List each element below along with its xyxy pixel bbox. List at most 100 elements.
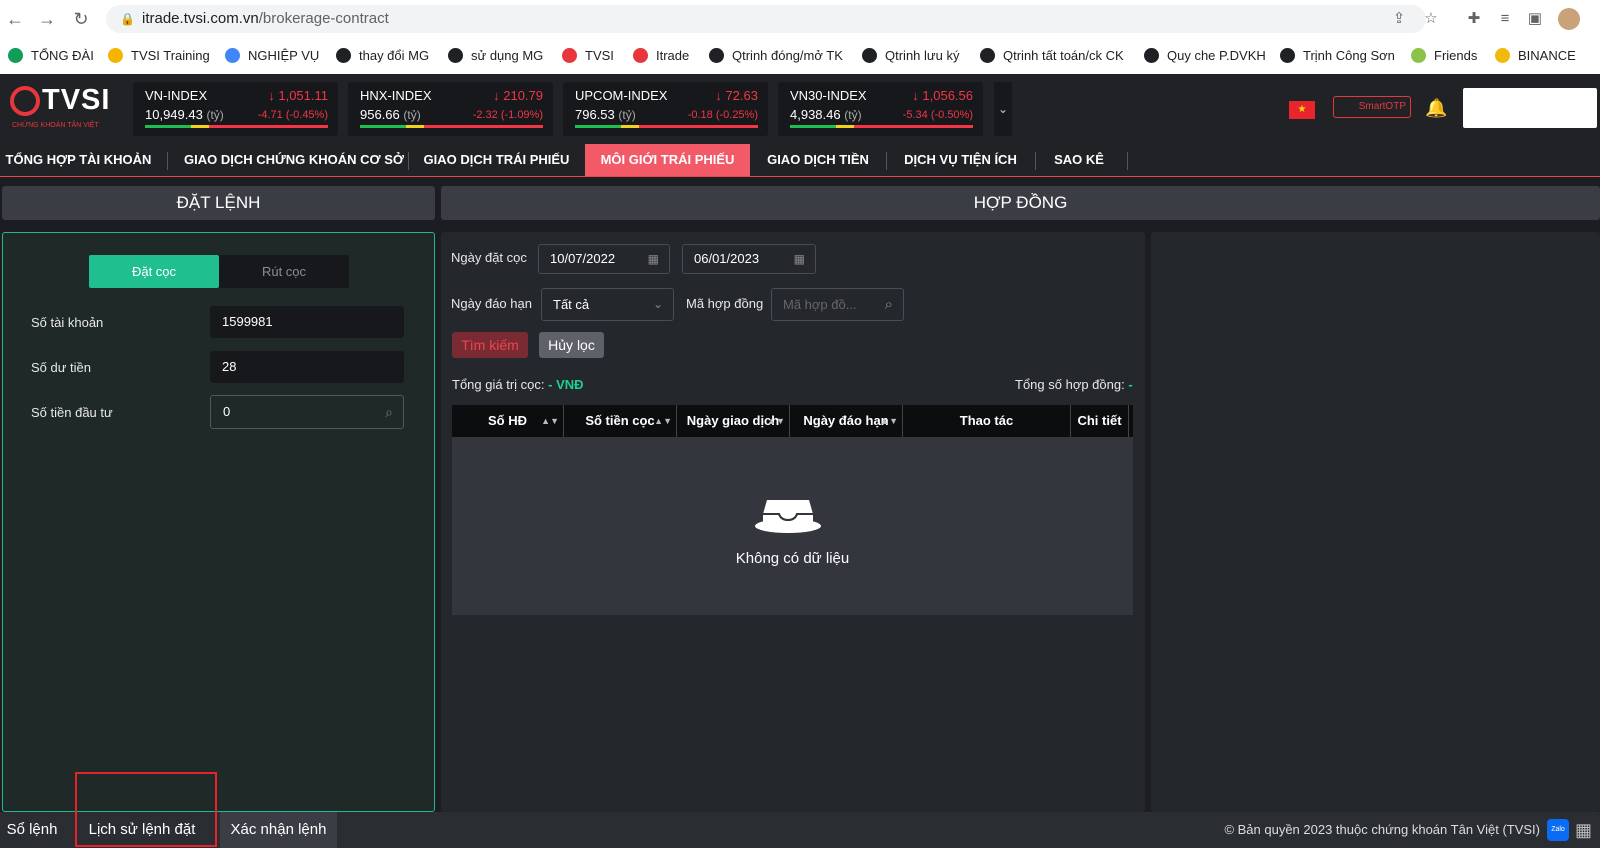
contract-code-label: Mã hợp đồng (686, 296, 764, 311)
logo-text: TVSI (42, 84, 111, 116)
market-index-card[interactable]: HNX-INDEX ↓ 210.79 956.66 (tỷ) -2.32 (-1.09… (348, 82, 553, 136)
bookmark-favicon-icon (1280, 48, 1295, 63)
apps-grid-icon[interactable]: ▦ (1575, 819, 1597, 841)
menu-item-stock-trading[interactable]: GIAO DỊCH CHỨNG KHOÁN CƠ SỞ (180, 144, 408, 176)
bookmark-item[interactable]: NGHIỆP VỤ (225, 46, 319, 66)
index-volume-value: 956.66 (360, 107, 400, 122)
sort-icon[interactable]: ▲▼ (767, 405, 785, 437)
bookmark-favicon-icon (225, 48, 240, 63)
tab-order-confirmation[interactable]: Xác nhận lệnh (220, 812, 337, 848)
bookmark-item[interactable]: sử dụng MG (448, 46, 543, 66)
sidepanel-icon[interactable]: ▣ (1524, 8, 1546, 30)
bookmark-item[interactable]: Qtrinh lưu ký (862, 46, 959, 66)
tab-order-book[interactable]: Sổ lệnh (0, 812, 64, 848)
deposit-withdraw-toggle: Đặt cọc Rút cọc (89, 255, 349, 288)
extensions-icon[interactable]: ✚ (1463, 8, 1485, 30)
bookmark-item[interactable]: TỔNG ĐÀI (8, 46, 94, 66)
forward-icon[interactable]: → (36, 8, 58, 30)
bookmark-item[interactable]: BINANCE (1495, 46, 1576, 66)
profile-avatar[interactable] (1558, 8, 1580, 30)
clear-filter-button[interactable]: Hủy lọc (539, 332, 604, 358)
bookmark-label: Quy che P.DVKH (1167, 48, 1266, 63)
account-field[interactable]: 1599981 (210, 306, 404, 338)
user-account-box[interactable] (1463, 88, 1597, 128)
sort-icon[interactable]: ▲▼ (654, 405, 672, 437)
table-header: Số HĐ ▲▼ Số tiền cọc ▲▼ Ngày giao dịch ▲▼ N… (452, 405, 1133, 437)
index-price: ↓ 1,056.56 (912, 88, 973, 103)
column-header-trade-date[interactable]: Ngày giao dịch ▲▼ (677, 405, 790, 437)
star-icon[interactable]: ☆ (1420, 8, 1442, 30)
search-icon[interactable]: ⌕ (385, 396, 393, 428)
invest-amount-input[interactable]: 0 ⌕ (210, 395, 404, 429)
index-volume: 4,938.46 (tỷ) (790, 107, 862, 122)
zalo-icon[interactable]: Zalo (1547, 819, 1569, 841)
maturity-select[interactable]: Tất cả ⌄ (541, 288, 674, 321)
maturity-date-label: Ngày đáo hạn (451, 296, 532, 311)
share-icon[interactable]: ⇪ (1388, 8, 1410, 30)
contract-code-input[interactable]: Mã hợp đồ... ⌕ (771, 288, 904, 321)
bookmark-item[interactable]: thay đổi MG (336, 46, 429, 66)
sort-icon[interactable]: ▲▼ (880, 405, 898, 437)
empty-inbox-icon (755, 500, 821, 533)
menu-item-utility-services[interactable]: DỊCH VỤ TIỆN ÍCH (898, 144, 1023, 176)
index-price: ↓ 72.63 (715, 88, 758, 103)
media-icon[interactable]: ≡ (1494, 8, 1516, 30)
menu-item-bond-trading[interactable]: GIAO DỊCH TRÁI PHIẾU (418, 144, 575, 176)
menu-separator (886, 152, 887, 170)
bookmark-item[interactable]: Friends (1411, 46, 1477, 66)
balance-label: Số dư tiền (31, 360, 92, 375)
menu-item-statement[interactable]: SAO KÊ (1045, 144, 1113, 176)
bookmark-label: TỔNG ĐÀI (31, 48, 94, 63)
bookmark-label: thay đổi MG (359, 48, 430, 63)
calendar-icon[interactable]: ▦ (648, 245, 659, 273)
smart-otp-button[interactable]: SmartOTP (1333, 96, 1411, 118)
bookmark-item[interactable]: Trịnh Công Sơn (1280, 46, 1395, 66)
highlight-annotation (75, 772, 217, 847)
column-label: Số tiền cọc (585, 413, 655, 428)
logo-mark-icon (10, 86, 40, 116)
menu-separator (1127, 152, 1128, 170)
index-change: -2.32 (-1.09%) (472, 109, 543, 121)
column-label: Ngày giao dịch (686, 413, 780, 428)
index-name: HNX-INDEX (360, 88, 432, 103)
market-index-card[interactable]: UPCOM-INDEX ↓ 72.63 796.53 (tỷ) -0.18 (-0.2… (563, 82, 768, 136)
tab-deposit[interactable]: Đặt cọc (89, 255, 219, 288)
index-volume-unit: (tỷ) (844, 108, 862, 122)
url-bar[interactable]: 🔒 itrade.tvsi.com.vn/brokerage-contract (106, 5, 1426, 33)
vietnam-flag-icon[interactable]: ★ (1289, 101, 1315, 119)
column-header-deposit-amount[interactable]: Số tiền cọc ▲▼ (564, 405, 677, 437)
column-header-contract-no[interactable]: Số HĐ ▲▼ (452, 405, 564, 437)
search-icon[interactable]: ⌕ (885, 289, 893, 320)
menu-item-account-summary[interactable]: TỔNG HỢP TÀI KHOẢN (0, 144, 157, 176)
total-count: - (1128, 377, 1133, 392)
bookmark-item[interactable]: Itrade (633, 46, 689, 66)
market-index-card[interactable]: VN30-INDEX ↓ 1,056.56 4,938.46 (tỷ) -5.34 (… (778, 82, 983, 136)
tvsi-logo[interactable]: TVSI CHỨNG KHOÁN TÂN VIỆT (10, 82, 120, 132)
back-icon[interactable]: ← (4, 8, 26, 30)
bookmark-label: Qtrinh tất toán/ck CK (1003, 48, 1124, 63)
column-header-maturity-date[interactable]: Ngày đáo hạn ▲▼ (790, 405, 903, 437)
bookmark-item[interactable]: Qtrinh đóng/mở TK (709, 46, 843, 66)
tab-withdraw[interactable]: Rút cọc (219, 255, 349, 288)
menu-item-bond-brokerage[interactable]: MÔI GIỚI TRÁI PHIẾU (585, 144, 750, 176)
search-button[interactable]: Tìm kiếm (452, 332, 528, 358)
reload-icon[interactable]: ↻ (70, 8, 92, 30)
index-volume: 956.66 (tỷ) (360, 107, 421, 122)
date-from-input[interactable]: 10/07/2022 ▦ (538, 244, 670, 274)
bookmark-item[interactable]: Qtrinh tất toán/ck CK (980, 46, 1124, 66)
bookmark-item[interactable]: TVSI (562, 46, 614, 66)
date-to-input[interactable]: 06/01/2023 ▦ (682, 244, 816, 274)
bookmark-item[interactable]: TVSI Training (108, 46, 210, 66)
bookmark-favicon-icon (1411, 48, 1426, 63)
bell-icon[interactable]: 🔔 (1425, 98, 1447, 119)
bookmark-favicon-icon (1144, 48, 1159, 63)
chevron-down-icon[interactable]: ⌄ (994, 82, 1012, 136)
market-index-card[interactable]: VN-INDEX ↓ 1,051.11 10,949.43 (tỷ) -4.71 (-… (133, 82, 338, 136)
menu-item-cash-trading[interactable]: GIAO DỊCH TIỀN (758, 144, 878, 176)
bookmark-item[interactable]: Quy che P.DVKH (1144, 46, 1266, 66)
index-name: VN-INDEX (145, 88, 208, 103)
sort-icon[interactable]: ▲▼ (541, 405, 559, 437)
calendar-icon[interactable]: ▦ (794, 245, 805, 273)
invest-amount-value: 0 (223, 404, 231, 419)
bookmark-favicon-icon (108, 48, 123, 63)
